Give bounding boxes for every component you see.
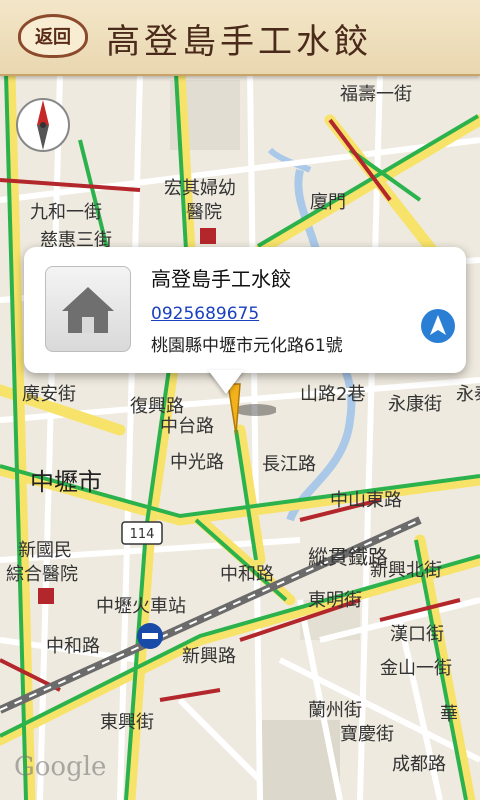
google-attribution: Google (14, 752, 107, 782)
label-hankou: 漢口街 (390, 624, 444, 645)
hospital-icon (200, 228, 216, 244)
label-rail: 縱貫鐵路 (308, 545, 388, 569)
label-xinxing: 新興路 (182, 646, 236, 667)
label-dongming: 東明街 (308, 590, 362, 611)
label-baoqing: 寶慶街 (340, 724, 394, 745)
label-chengdu: 成都路 (392, 754, 446, 775)
app-header: 返回 高登島手工水餃 (0, 0, 480, 76)
phone-link[interactable]: 0925689675 (151, 304, 259, 324)
label-hospital: 醫院 (186, 202, 222, 223)
label-zhonghe-rd2: 中和路 (220, 564, 274, 585)
place-address: 桃園縣中壢市元化路61號 (151, 336, 343, 356)
label-jiuhe: 九和一街 (30, 202, 102, 223)
label-guangan: 廣安街 (22, 384, 76, 405)
label-zhongli-city: 中壢市 (30, 468, 102, 496)
label-fushou: 福壽一街 (340, 84, 412, 105)
label-station: 中壢火車站 (96, 596, 186, 617)
compass-icon[interactable] (14, 96, 72, 154)
navigate-icon[interactable] (420, 308, 456, 344)
place-info-popup[interactable]: 高登島手工水餃 0925689675 桃園縣中壢市元化路61號 (24, 247, 466, 373)
back-button[interactable]: 返回 (18, 14, 88, 58)
page-title: 高登島手工水餃 (106, 22, 372, 62)
label-zhongguang: 中光路 (170, 452, 224, 473)
label-hongqi: 宏其婦幼 (164, 178, 236, 199)
label-xinguomin: 新國民 (18, 540, 72, 561)
label-zhongshandong: 中山東路 (330, 490, 402, 511)
label-hospital2: 綜合醫院 (6, 564, 78, 585)
label-yongkang: 永康街 (388, 394, 442, 415)
place-name: 高登島手工水餃 (151, 267, 291, 291)
label-zhongtai: 中台路 (160, 416, 214, 437)
label-huayuan: 華 (440, 704, 458, 725)
train-station-icon-bar (142, 633, 158, 639)
road-shield-label: 114 (130, 527, 155, 542)
label-shan-rd: 山路2巷 (300, 384, 365, 405)
label-fuxing: 復興路 (130, 396, 184, 417)
label-jinshan: 金山一街 (380, 658, 452, 679)
label-dongxing: 東興街 (100, 712, 154, 733)
home-icon (45, 266, 131, 352)
hospital-icon (38, 588, 54, 604)
popup-pointer (208, 370, 244, 394)
label-changjiang: 長江路 (262, 454, 316, 475)
label-yongtai: 永泰 (456, 384, 480, 405)
label-lanzhou: 蘭州街 (308, 700, 362, 721)
label-zhonghe-rd: 中和路 (46, 636, 100, 657)
label-xiamen: 廈門 (310, 192, 346, 213)
